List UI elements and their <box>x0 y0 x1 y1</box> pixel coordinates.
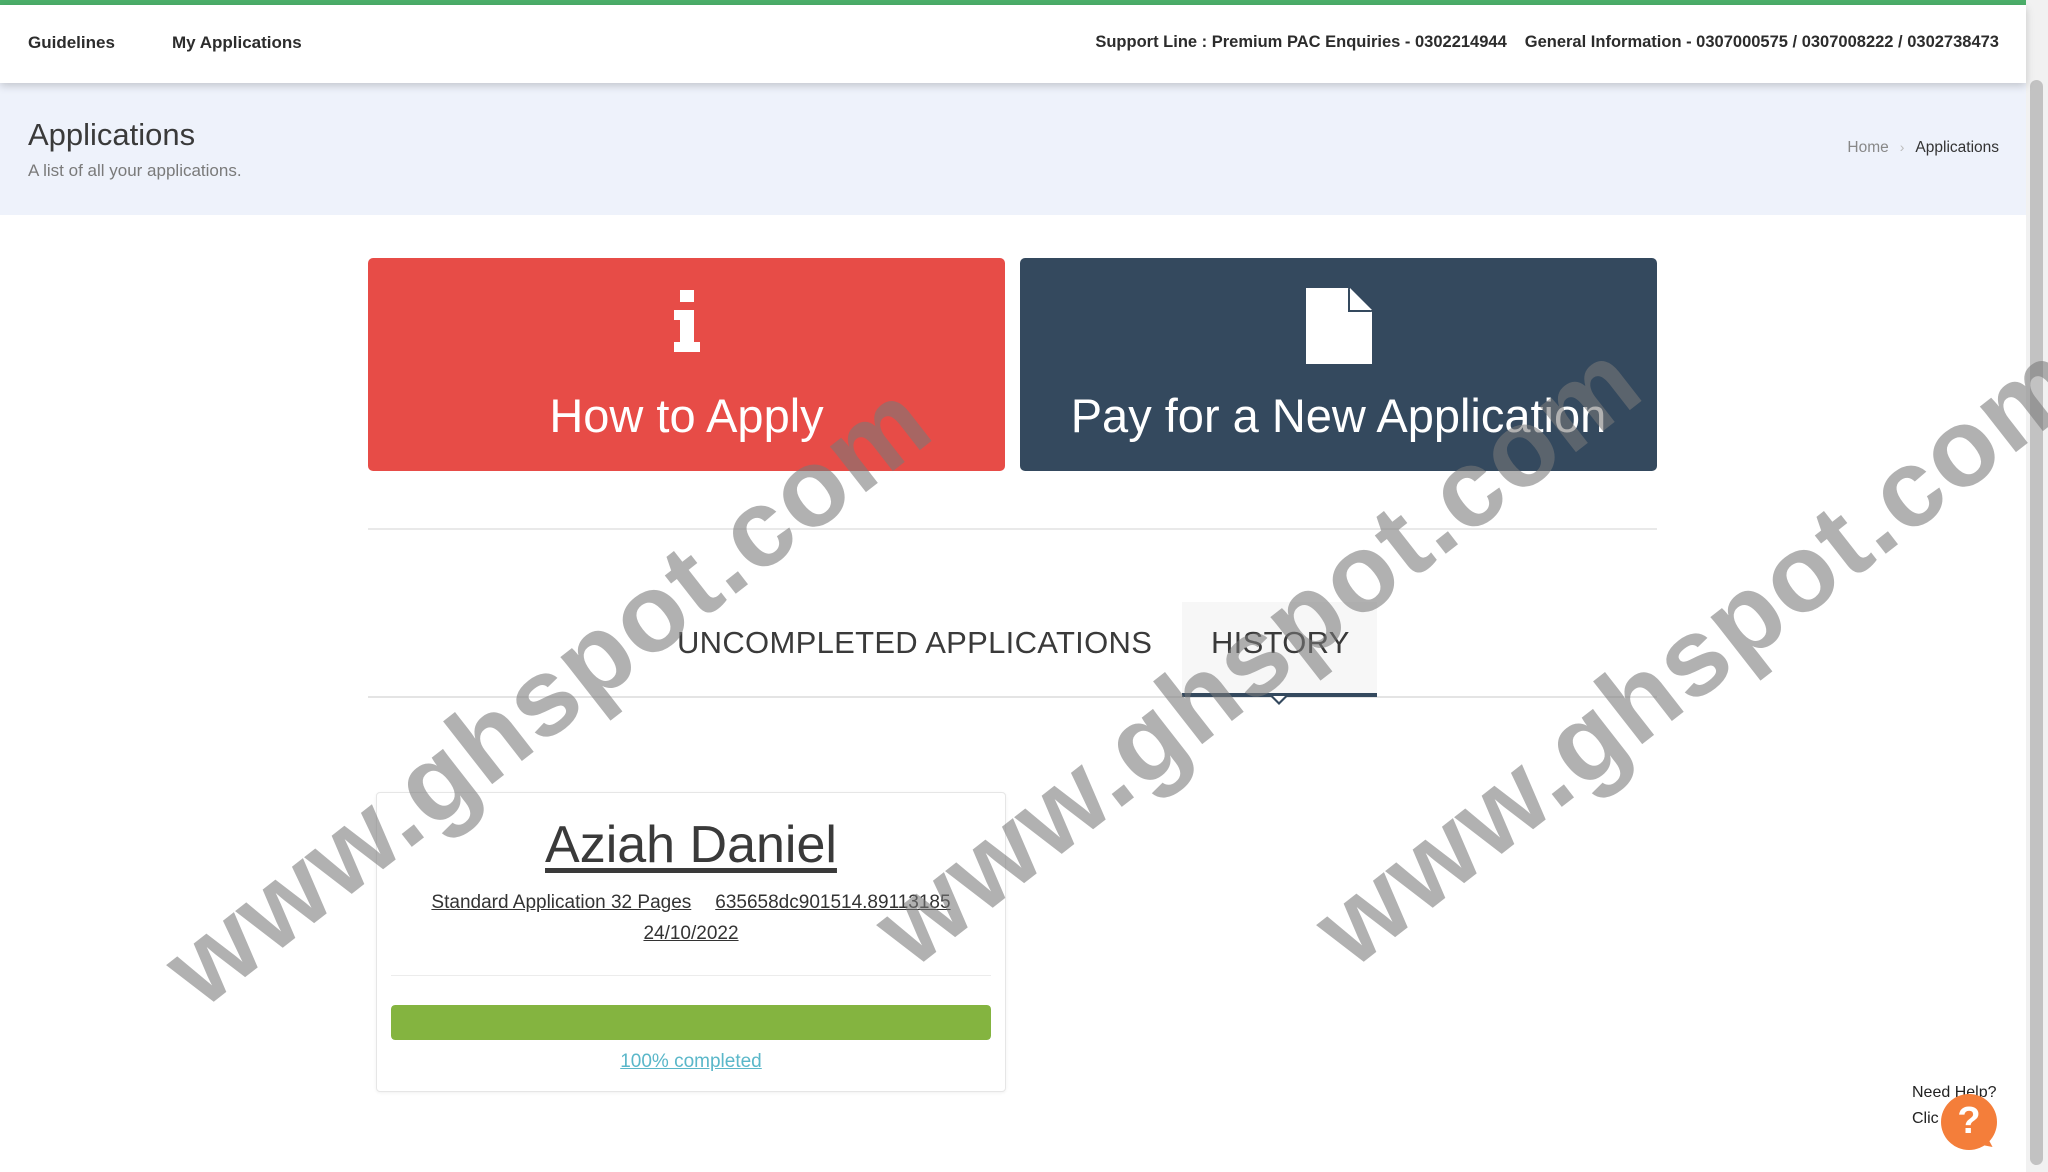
chevron-right-icon: › <box>1899 139 1905 155</box>
applicant-name[interactable]: Aziah Daniel <box>377 815 1005 875</box>
document-icon <box>1305 288 1372 369</box>
application-type: Standard Application 32 Pages <box>431 892 692 913</box>
info-icon <box>672 290 702 357</box>
breadcrumb: Home › Applications <box>1847 139 1999 157</box>
question-icon: ? <box>1957 1100 1981 1142</box>
tab-caret-inner <box>1273 696 1285 702</box>
card-divider <box>391 975 991 976</box>
how-to-apply-button[interactable]: How to Apply <box>368 258 1005 471</box>
breadcrumb-home[interactable]: Home <box>1847 139 1888 156</box>
application-date: 24/10/2022 <box>643 923 739 944</box>
nav-link-my-applications[interactable]: My Applications <box>172 33 302 53</box>
top-navbar: Guidelines My Applications Support Line … <box>0 5 2026 83</box>
support-info: Support Line : Premium PAC Enquiries - 0… <box>1095 33 1999 52</box>
progress-fill <box>391 1005 991 1040</box>
page-header: Applications A list of all your applicat… <box>0 83 2026 215</box>
progress-bar <box>391 1005 991 1040</box>
how-to-apply-label: How to Apply <box>549 389 824 442</box>
page-title: Applications <box>28 117 196 152</box>
pay-new-application-label: Pay for a New Application <box>1070 389 1607 442</box>
vertical-scrollbar[interactable] <box>2026 0 2048 1172</box>
tab-uncompleted-applications[interactable]: UNCOMPLETED APPLICATIONS <box>677 625 1152 661</box>
application-reference: 635658dc901514.89113185 <box>715 892 951 913</box>
progress-label[interactable]: 100% completed <box>377 1051 1005 1073</box>
general-info: General Information - 0307000575 / 03070… <box>1524 33 1999 51</box>
tabs-baseline <box>368 696 1657 698</box>
help-button[interactable]: ? <box>1941 1094 1998 1151</box>
tab-history[interactable]: HISTORY <box>1211 625 1350 661</box>
breadcrumb-current: Applications <box>1915 139 1999 156</box>
section-divider <box>368 528 1657 530</box>
scrollbar-thumb[interactable] <box>2030 80 2043 1165</box>
nav-link-guidelines[interactable]: Guidelines <box>28 33 115 53</box>
page-subtitle: A list of all your applications. <box>28 161 242 180</box>
application-card: Aziah Daniel Standard Application 32 Pag… <box>376 792 1006 1092</box>
support-line: Support Line : Premium PAC Enquiries - 0… <box>1095 33 1507 51</box>
pay-new-application-button[interactable]: Pay for a New Application <box>1020 258 1657 471</box>
application-details[interactable]: Standard Application 32 Pages 635658dc901… <box>397 887 985 949</box>
